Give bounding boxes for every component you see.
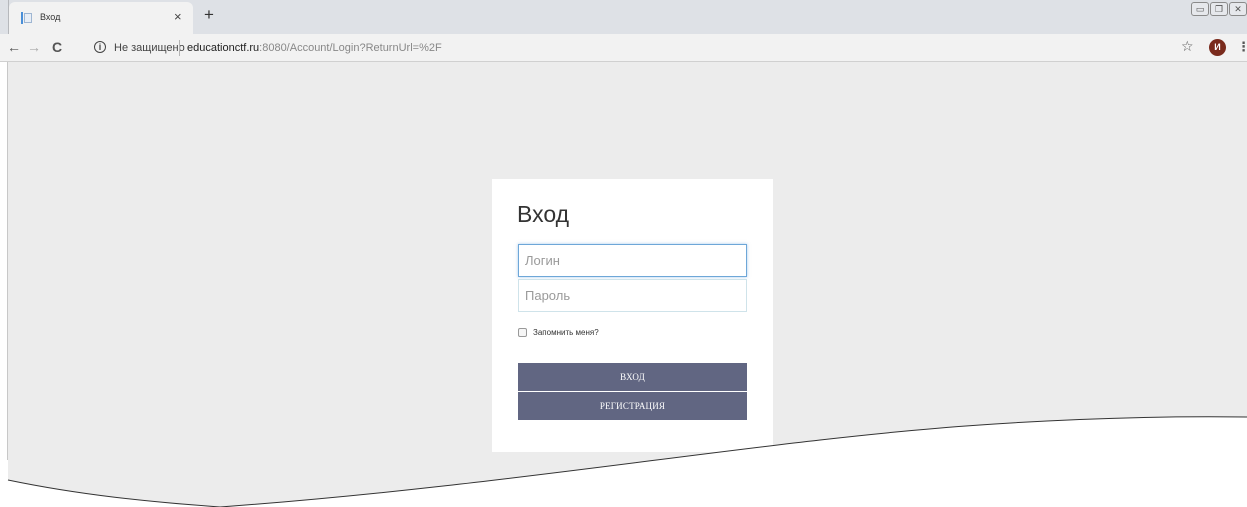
browser-toolbar: ← → C i Не защищено educationctf.ru:8080… [0, 34, 1247, 62]
new-tab-button[interactable]: + [204, 5, 214, 25]
minimize-button[interactable]: ▭ [1191, 2, 1209, 16]
reload-icon[interactable]: C [52, 39, 62, 55]
password-input[interactable] [519, 280, 746, 311]
close-window-button[interactable]: ✕ [1229, 2, 1247, 16]
url-text[interactable]: educationctf.ru:8080/Account/Login?Retur… [187, 42, 442, 54]
address-bar[interactable]: i Не защищено educationctf.ru:8080/Accou… [84, 36, 1204, 60]
url-path: :8080/Account/Login?ReturnUrl=%2F [259, 42, 442, 54]
security-status[interactable]: Не защищено [114, 42, 185, 54]
tab-strip-edge [0, 0, 9, 34]
password-field[interactable] [518, 279, 747, 312]
login-input[interactable] [519, 245, 746, 276]
torn-edge [0, 416, 1247, 507]
avatar[interactable]: И [1209, 39, 1226, 56]
remember-checkbox[interactable] [518, 328, 527, 337]
back-arrow-icon[interactable]: ← [7, 39, 21, 55]
info-icon[interactable]: i [94, 41, 106, 53]
restore-button[interactable]: ❐ [1210, 2, 1228, 16]
login-button[interactable]: ВХОД [518, 363, 747, 391]
tab-title: Вход [40, 12, 61, 22]
login-field[interactable] [518, 244, 747, 277]
star-icon[interactable]: ☆ [1181, 38, 1194, 55]
menu-icon[interactable]: ⋮ [1237, 39, 1247, 55]
browser-tab[interactable]: Вход × [9, 2, 193, 34]
tab-close-icon[interactable]: × [174, 9, 182, 24]
page-title: Вход [517, 201, 570, 227]
forward-arrow-icon[interactable]: → [27, 39, 41, 55]
remember-label[interactable]: Запомнить меня? [533, 328, 599, 337]
page-favicon-icon [21, 12, 32, 24]
remember-me[interactable]: Запомнить меня? [518, 328, 599, 337]
window-controls: ▭ ❐ ✕ [1190, 2, 1247, 18]
address-separator [179, 40, 180, 56]
url-host: educationctf.ru [187, 42, 260, 54]
